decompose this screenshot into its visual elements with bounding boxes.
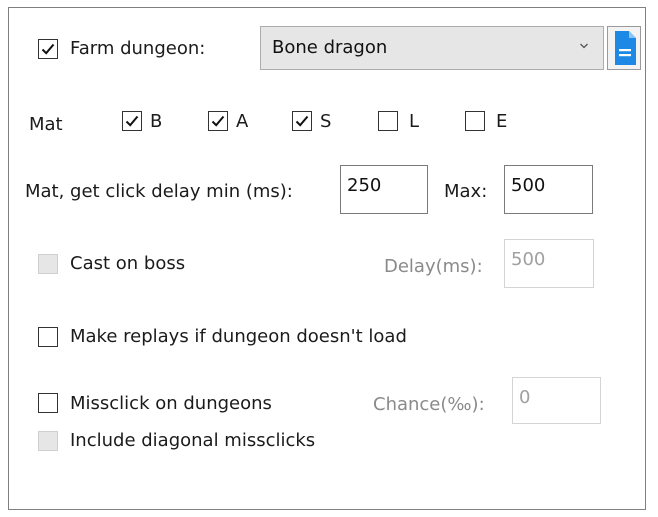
missclick-checkbox[interactable] <box>38 393 58 413</box>
checkmark-icon <box>41 43 55 55</box>
mat-b-label: B <box>150 111 163 132</box>
checkmark-icon <box>295 115 309 127</box>
dungeon-settings-panel: Farm dungeon: Bone dragon Mat B A S L E … <box>8 7 646 510</box>
click-delay-max-input[interactable]: 500 <box>504 165 593 214</box>
diagonal-missclicks-checkbox[interactable] <box>38 431 58 451</box>
checkmark-icon <box>125 115 139 127</box>
mat-a-checkbox[interactable] <box>208 111 228 131</box>
chevron-down-icon <box>580 43 588 49</box>
cast-delay-label: Delay(ms): <box>384 256 483 277</box>
click-delay-min-input[interactable]: 250 <box>340 165 428 214</box>
chance-input[interactable]: 0 <box>512 377 601 424</box>
mat-l-label: L <box>409 111 420 132</box>
dungeon-select[interactable]: Bone dragon <box>260 26 604 70</box>
farm-dungeon-label: Farm dungeon: <box>70 38 206 59</box>
cast-delay-input[interactable]: 500 <box>504 239 594 288</box>
diagonal-missclicks-label: Include diagonal missclicks <box>70 430 316 451</box>
make-replays-checkbox[interactable] <box>38 327 58 347</box>
click-delay-label: Mat, get click delay min (ms): <box>25 181 293 202</box>
dungeon-select-value: Bone dragon <box>272 37 388 58</box>
document-icon <box>615 31 636 65</box>
mat-l-checkbox[interactable] <box>378 111 398 131</box>
mat-e-checkbox[interactable] <box>465 111 485 131</box>
mat-s-label: S <box>320 111 332 132</box>
mat-a-label: A <box>236 111 249 132</box>
chance-label: Chance(‰): <box>373 394 485 415</box>
document-button[interactable] <box>607 26 641 70</box>
cast-on-boss-label: Cast on boss <box>70 253 186 274</box>
max-label: Max: <box>444 181 488 202</box>
cast-on-boss-checkbox[interactable] <box>38 254 58 274</box>
farm-dungeon-checkbox[interactable] <box>38 39 58 59</box>
checkmark-icon <box>211 115 225 127</box>
make-replays-label: Make replays if dungeon doesn't load <box>70 326 407 347</box>
mat-label: Mat <box>29 114 63 135</box>
missclick-label: Missclick on dungeons <box>70 393 272 414</box>
mat-e-label: E <box>496 111 508 132</box>
mat-s-checkbox[interactable] <box>292 111 312 131</box>
mat-b-checkbox[interactable] <box>122 111 142 131</box>
